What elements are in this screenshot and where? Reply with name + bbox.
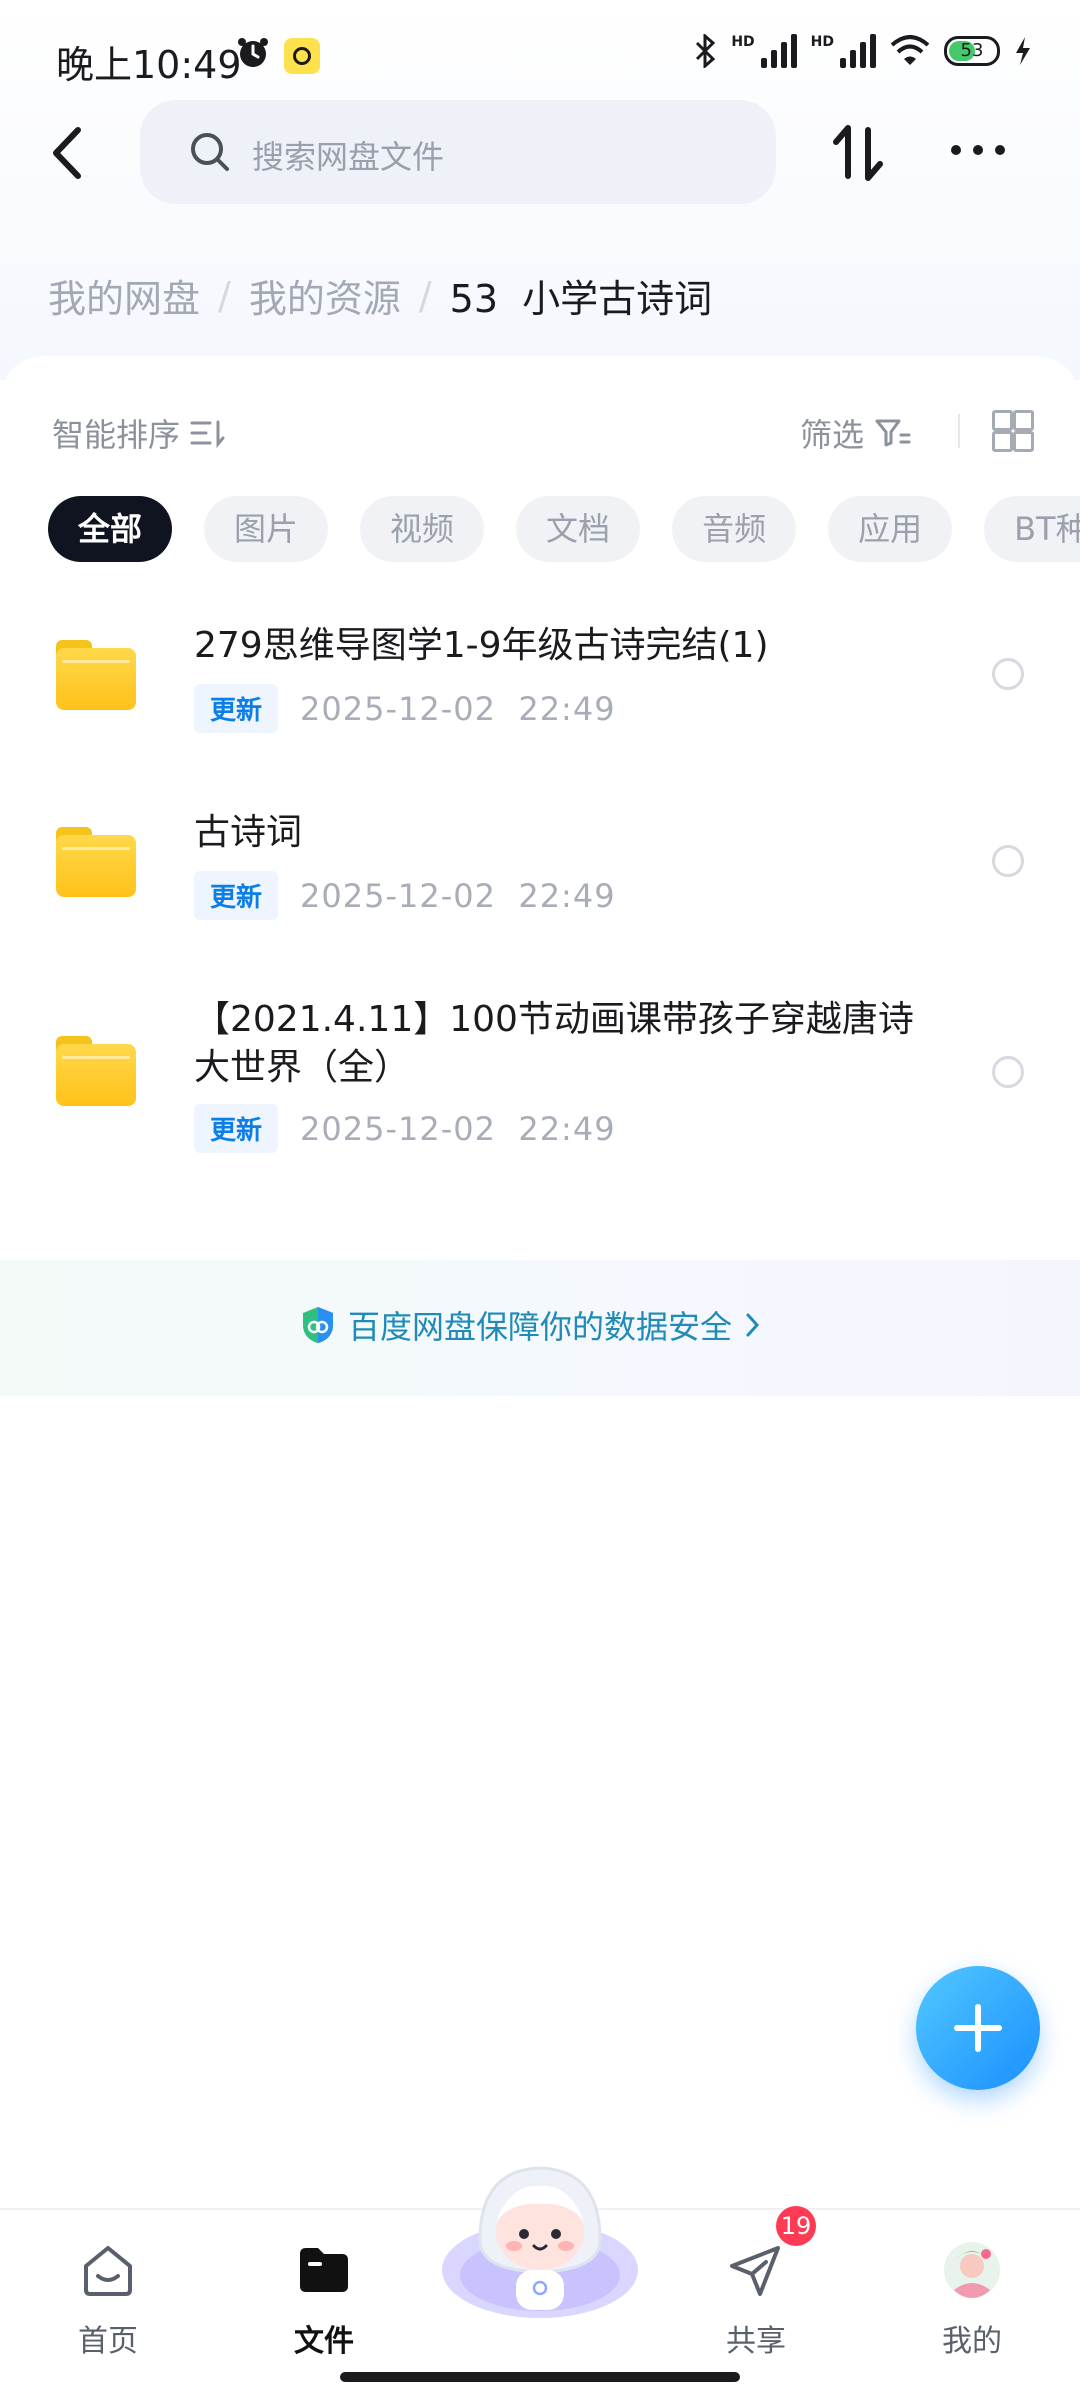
- chevron-right-icon: [746, 1313, 760, 1337]
- breadcrumb-current: 53 小学古诗词: [449, 277, 713, 321]
- nav-home-label: 首页: [78, 2324, 138, 2359]
- avatar: [944, 2242, 1000, 2298]
- status-time: 晚上10:49: [56, 43, 242, 87]
- list-toolbar: 智能排序 筛选: [52, 406, 1042, 456]
- chip-videos[interactable]: 视频: [360, 496, 485, 562]
- wifi-icon: [890, 35, 930, 65]
- ai-assistant-mascot[interactable]: [440, 2150, 640, 2320]
- folder-icon: [56, 827, 136, 897]
- breadcrumb: 我的网盘 / 我的资源 / 53 小学古诗词: [48, 268, 712, 323]
- select-checkbox[interactable]: [992, 658, 1024, 690]
- list-item[interactable]: 古诗词 更新 2025-12-02 22:49: [0, 797, 1080, 927]
- breadcrumb-separator: /: [418, 273, 432, 318]
- share-send-icon: [730, 2246, 780, 2296]
- chip-apps[interactable]: 应用: [828, 496, 953, 562]
- home-icon: [84, 2246, 132, 2296]
- breadcrumb-item[interactable]: 我的资源: [249, 268, 401, 323]
- update-badge: 更新: [194, 871, 279, 920]
- app-notification-icon: [284, 38, 320, 74]
- grid-view-icon[interactable]: [992, 410, 1034, 452]
- back-icon[interactable]: [40, 118, 100, 188]
- status-bar: 晚上10:49 HD HD 53: [0, 0, 1080, 110]
- file-date: 2025-12-02 22:49: [300, 876, 616, 915]
- folder-icon: [56, 640, 136, 710]
- update-badge: 更新: [194, 1104, 279, 1153]
- folder-icon: [56, 1036, 136, 1106]
- category-chips: 全部 图片 视频 文档 音频 应用 BT种子: [48, 496, 1080, 562]
- select-checkbox[interactable]: [992, 845, 1024, 877]
- chip-audio[interactable]: 音频: [672, 496, 797, 562]
- charging-icon: [1016, 37, 1030, 65]
- nav-files-label: 文件: [294, 2324, 354, 2359]
- share-badge: 19: [776, 2206, 816, 2246]
- signal-icon-2: HD: [811, 34, 876, 68]
- file-meta: 更新 2025-12-02 22:49: [194, 684, 616, 733]
- smart-sort-button[interactable]: 智能排序: [52, 410, 226, 456]
- file-meta: 更新 2025-12-02 22:49: [194, 871, 616, 920]
- update-badge: 更新: [194, 684, 279, 733]
- nav-mine-label: 我的: [942, 2324, 1002, 2359]
- breadcrumb-separator: /: [218, 273, 231, 318]
- alarm-icon: [238, 38, 268, 67]
- more-icon[interactable]: [948, 130, 1008, 170]
- chip-all[interactable]: 全部: [48, 496, 173, 562]
- transfer-icon[interactable]: [828, 118, 888, 188]
- file-name: 古诗词: [194, 812, 303, 853]
- filter-label: 筛选: [799, 416, 864, 454]
- chip-bt-seeds[interactable]: BT种子: [984, 496, 1080, 562]
- search-placeholder: 搜索网盘文件: [252, 138, 445, 176]
- search-input[interactable]: 搜索网盘文件: [140, 100, 776, 204]
- filter-button[interactable]: 筛选: [800, 410, 912, 456]
- signal-icon: HD: [731, 34, 797, 68]
- file-name: 【2021.4.11】100节动画课带孩子穿越唐诗大世界（全）: [194, 999, 914, 1088]
- file-date: 2025-12-02 22:49: [300, 689, 616, 728]
- file-date: 2025-12-02 22:49: [300, 1109, 616, 1148]
- security-banner[interactable]: 百度网盘保障你的数据安全: [0, 1260, 1080, 1396]
- chip-images[interactable]: 图片: [204, 496, 329, 562]
- add-button[interactable]: [916, 1966, 1040, 2090]
- shield-icon: [303, 1307, 333, 1343]
- home-indicator: [340, 2372, 740, 2382]
- sort-label: 智能排序: [52, 416, 181, 454]
- list-item[interactable]: 【2021.4.11】100节动画课带孩子穿越唐诗大世界（全） 更新 2025-…: [0, 994, 1080, 1164]
- battery-icon: 53: [944, 36, 1000, 66]
- list-item[interactable]: 279思维导图学1-9年级古诗完结(1) 更新 2025-12-02 22:49: [0, 610, 1080, 740]
- divider: [958, 414, 960, 448]
- select-checkbox[interactable]: [992, 1056, 1024, 1088]
- folder-nav-icon: [300, 2248, 348, 2292]
- chip-documents[interactable]: 文档: [516, 496, 641, 562]
- bluetooth-icon: [696, 34, 716, 68]
- file-meta: 更新 2025-12-02 22:49: [194, 1104, 616, 1153]
- file-name: 279思维导图学1-9年级古诗完结(1): [194, 625, 769, 666]
- security-text: 百度网盘保障你的数据安全: [348, 1308, 733, 1346]
- search-icon: [191, 133, 229, 171]
- nav-share-label: 共享: [726, 2324, 786, 2359]
- breadcrumb-item[interactable]: 我的网盘: [48, 268, 200, 323]
- sort-icon: [190, 420, 225, 448]
- filter-icon: [875, 419, 911, 447]
